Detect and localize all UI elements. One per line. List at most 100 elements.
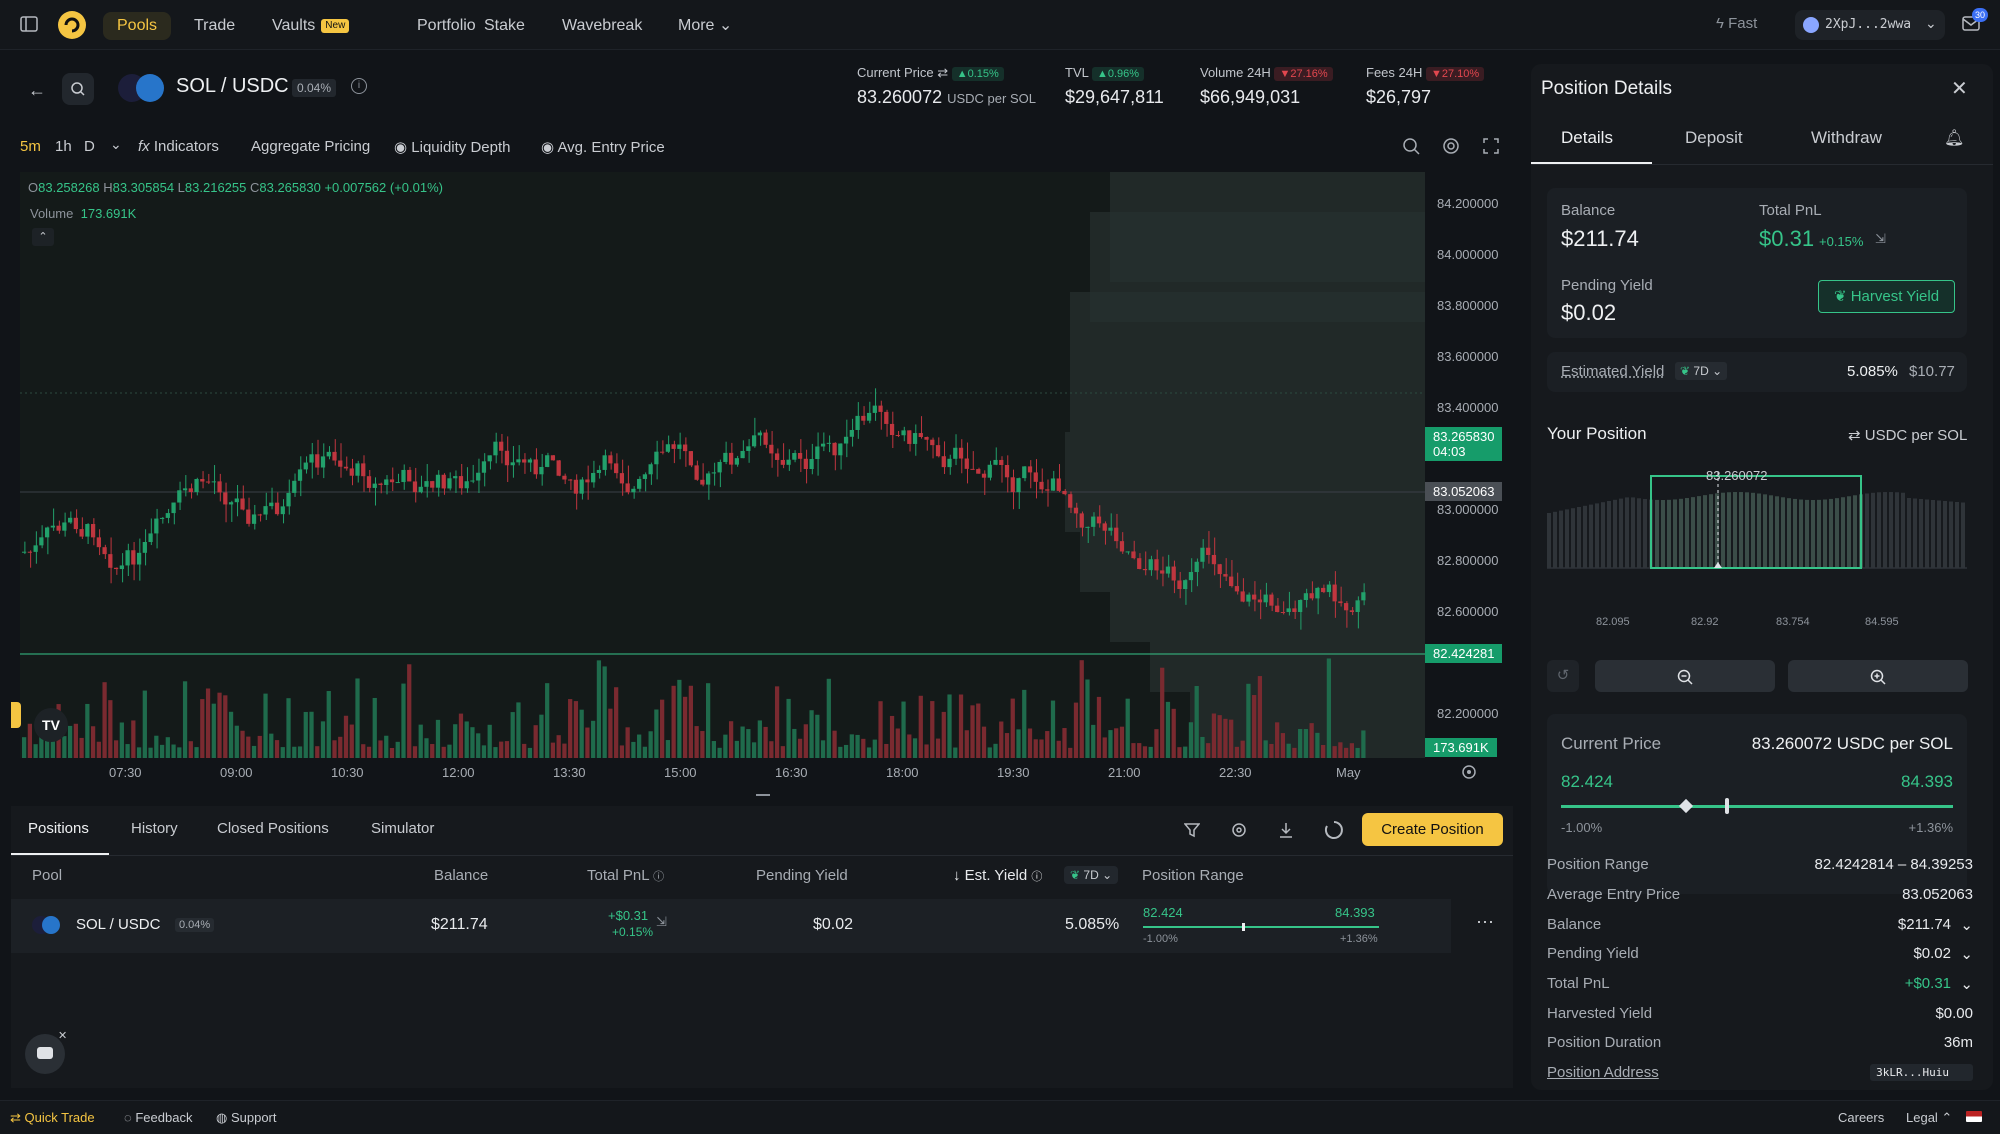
col-balance[interactable]: Balance: [434, 867, 488, 884]
chevron-down-icon[interactable]: ⌄: [1960, 916, 1973, 934]
detail-value[interactable]: +$0.31: [1905, 975, 1951, 992]
app-logo-icon[interactable]: [57, 10, 87, 40]
timeframe-1h[interactable]: 1h: [55, 138, 72, 155]
tab-details[interactable]: Details: [1561, 128, 1613, 148]
drawer-handle[interactable]: [11, 702, 21, 728]
sidebar-toggle-icon[interactable]: [20, 16, 38, 32]
col-total-pnl[interactable]: Total PnL ⓘ: [587, 867, 664, 884]
tab-history[interactable]: History: [131, 820, 178, 837]
tab-positions[interactable]: Positions: [28, 820, 89, 837]
resize-handle[interactable]: [756, 794, 770, 796]
indicators-button[interactable]: fx Indicators: [138, 138, 219, 155]
candle-body: [665, 444, 671, 452]
nav-vaults[interactable]: Vaults New: [258, 12, 363, 40]
feedback-label: Feedback: [135, 1110, 193, 1125]
careers-link[interactable]: Careers: [1838, 1110, 1884, 1125]
candlestick-plot[interactable]: [20, 172, 1425, 758]
tab-closed-positions[interactable]: Closed Positions: [217, 820, 329, 837]
volume-bar: [234, 725, 239, 758]
detail-value[interactable]: $211.74: [1898, 916, 1951, 933]
tradingview-logo-icon[interactable]: TV: [34, 708, 68, 742]
candle-body: [194, 479, 199, 493]
nav-trade[interactable]: Trade: [180, 12, 249, 40]
zoom-in-button[interactable]: [1788, 660, 1968, 692]
chart-settings-icon[interactable]: [1461, 764, 1477, 780]
filter-icon[interactable]: [1184, 822, 1200, 838]
candle-body: [504, 450, 510, 466]
volume-bar: [1257, 676, 1263, 758]
col-est-yield[interactable]: ↓ Est. Yield ⓘ: [953, 867, 1042, 884]
col-pool[interactable]: Pool: [32, 867, 62, 884]
support-link[interactable]: ◍ Support: [216, 1110, 277, 1126]
tab-simulator[interactable]: Simulator: [371, 820, 434, 837]
period-select[interactable]: ❦ 7D ⌄: [1675, 362, 1728, 380]
liquidity-bar: [1631, 497, 1635, 568]
close-icon[interactable]: ✕: [58, 1029, 67, 1042]
legal-link[interactable]: Legal ⌃: [1906, 1110, 1952, 1126]
time-tick: 10:30: [331, 765, 364, 780]
bell-icon[interactable]: 🔔︎: [1944, 128, 1964, 148]
fullscreen-icon[interactable]: [1483, 138, 1499, 154]
candle-body: [39, 537, 44, 546]
volume-bar: [430, 744, 435, 758]
candle-body: [826, 442, 831, 444]
volume-bar: [895, 728, 900, 758]
nav-more[interactable]: More ⌄: [664, 12, 746, 40]
settings-gear-icon[interactable]: [1442, 137, 1460, 155]
swap-icon[interactable]: ⇄: [937, 65, 948, 80]
period-select[interactable]: ❦ 7D ⌄: [1064, 866, 1119, 884]
chevron-down-icon[interactable]: ⌄: [110, 136, 122, 153]
volume-bar: [648, 731, 653, 758]
share-icon[interactable]: ⇲: [656, 914, 667, 930]
wallet-button[interactable]: 2XpJ...2wwa ⌄: [1795, 10, 1945, 40]
volume-bar: [1211, 713, 1217, 758]
timeframe-d[interactable]: D: [84, 138, 95, 155]
unit-toggle[interactable]: ⇄ USDC per SOL: [1848, 426, 1967, 444]
tab-deposit[interactable]: Deposit: [1685, 128, 1743, 148]
download-icon[interactable]: [1278, 822, 1294, 838]
info-icon[interactable]: i: [351, 78, 367, 94]
fast-toggle[interactable]: ϟ Fast: [1716, 15, 1757, 32]
liquidity-bar: [1955, 502, 1959, 568]
chevron-down-icon[interactable]: ⌄: [1960, 945, 1973, 963]
us-flag-icon[interactable]: [1966, 1111, 1982, 1122]
close-icon[interactable]: ✕: [1951, 76, 1968, 101]
aggregate-pricing-toggle[interactable]: Aggregate Pricing: [251, 138, 370, 155]
candle-body: [1165, 566, 1171, 574]
volume-bar: [188, 741, 193, 758]
refresh-spinner-icon[interactable]: [1324, 820, 1344, 840]
harvest-yield-button[interactable]: ❦ Harvest Yield: [1818, 280, 1955, 313]
gear-icon[interactable]: [1231, 822, 1247, 838]
nav-stake[interactable]: Stake: [470, 12, 539, 40]
quick-trade-button[interactable]: ⇄ Quick Trade: [10, 1110, 95, 1126]
tab-withdraw[interactable]: Withdraw: [1811, 128, 1882, 148]
reset-zoom-icon[interactable]: ↺: [1547, 660, 1579, 692]
more-options-icon[interactable]: ⋯: [1476, 912, 1494, 933]
back-arrow-icon[interactable]: ←: [28, 80, 46, 101]
range-slider-track[interactable]: [1561, 805, 1953, 808]
timeframe-5m[interactable]: 5m: [20, 138, 41, 155]
price-tick: 82.600000: [1437, 604, 1499, 619]
zoom-out-button[interactable]: [1595, 660, 1775, 692]
avg-entry-toggle[interactable]: ◉ Avg. Entry Price: [541, 138, 665, 156]
price-chart[interactable]: O83.258268 H83.305854 L83.216255 C83.265…: [20, 172, 1425, 758]
chevron-down-icon[interactable]: ⌄: [1960, 975, 1973, 993]
volume-bar: [297, 746, 303, 758]
candle-body: [263, 506, 268, 515]
table-row[interactable]: SOL / USDC 0.04% $211.74 +$0.31 +0.15% ⇲…: [11, 899, 1451, 953]
create-position-button[interactable]: Create Position: [1362, 813, 1503, 846]
share-icon[interactable]: ⇲: [1875, 231, 1886, 247]
range-high: 84.393: [1901, 772, 1953, 791]
nav-pools[interactable]: Pools: [103, 12, 172, 40]
zoom-chart-icon[interactable]: [1402, 137, 1420, 155]
collapse-legend-button[interactable]: ⌃: [32, 228, 54, 246]
detail-value[interactable]: $0.02: [1913, 945, 1951, 962]
time-tick: 13:30: [553, 765, 586, 780]
col-pending-yield[interactable]: Pending Yield: [756, 867, 848, 884]
candle-body: [1188, 572, 1194, 581]
nav-wavebreak[interactable]: Wavebreak: [548, 12, 656, 40]
candle-body: [1171, 566, 1176, 581]
feedback-link[interactable]: ◌ Feedback: [124, 1110, 192, 1125]
liquidity-depth-toggle[interactable]: ◉ Liquidity Depth: [394, 138, 511, 156]
search-button[interactable]: [62, 73, 94, 105]
